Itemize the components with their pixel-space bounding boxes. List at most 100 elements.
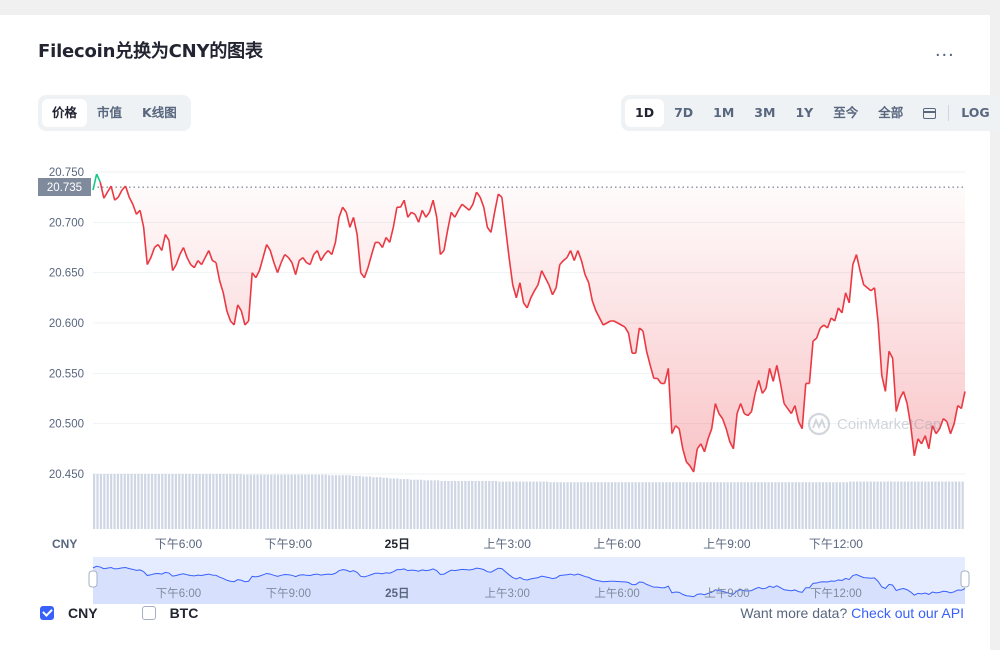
volume-bar: [924, 481, 927, 529]
volume-bar: [542, 481, 545, 529]
volume-bar: [961, 481, 964, 529]
volume-bar: [157, 474, 160, 529]
volume-bar: [161, 474, 164, 529]
volume-bar: [239, 474, 242, 529]
volume-bar: [699, 482, 702, 529]
volume-bar: [852, 481, 855, 529]
volume-bar: [818, 482, 821, 529]
x-tick-label: 上午3:00: [484, 537, 532, 551]
volume-bar: [484, 480, 487, 529]
btc-checkbox[interactable]: [141, 606, 156, 620]
volume-bar: [638, 482, 641, 529]
volume-bar: [481, 480, 484, 529]
volume-bar: [910, 481, 913, 529]
volume-bar: [137, 474, 140, 529]
legend-label-cny: CNY: [68, 605, 98, 621]
volume-bar: [365, 476, 368, 529]
y-tick-label: 20.550: [49, 368, 84, 380]
volume-bar: [420, 479, 423, 529]
volume-bar: [198, 474, 201, 529]
volume-bar: [743, 482, 746, 529]
volume-bar: [893, 481, 896, 529]
volume-bar: [804, 482, 808, 529]
cny-checkbox[interactable]: [40, 606, 54, 620]
volume-bar: [454, 480, 457, 529]
volume-bar: [658, 482, 661, 529]
api-link[interactable]: Check out our API: [851, 605, 964, 621]
volume-bar: [266, 474, 269, 529]
volume-bar: [290, 474, 293, 529]
volume-bar: [563, 482, 566, 529]
volume-bar: [460, 480, 464, 529]
y-tick-label: 20.700: [49, 217, 84, 229]
volume-bar: [607, 482, 610, 529]
volume-bar: [358, 475, 361, 529]
volume-bar: [927, 481, 930, 529]
volume-bar: [913, 481, 917, 529]
price-chart[interactable]: 20.750 20.700 20.650 20.600 20.550 20.500 20.4…: [0, 0, 1000, 650]
volume-bar: [450, 480, 453, 529]
volume-bar: [184, 474, 188, 529]
volume-bar: [140, 474, 143, 529]
volume-bar: [678, 482, 682, 529]
volume-bar: [798, 482, 801, 529]
volume-bar: [750, 482, 753, 529]
volume-bar: [474, 480, 477, 529]
volume-bar: [103, 474, 106, 529]
volume-bar: [328, 475, 331, 529]
volume-bar: [535, 481, 539, 529]
volume-bar: [733, 482, 736, 529]
volume-bar: [382, 477, 385, 529]
volume-bar: [164, 474, 167, 529]
x-tick-label: 下午6:00: [155, 537, 203, 551]
volume-bar: [505, 481, 508, 529]
watermark-text: CoinMarketCap: [837, 416, 941, 433]
volume-bar: [280, 474, 283, 529]
volume-bar: [566, 482, 569, 529]
volume-bar: [886, 481, 889, 529]
navigator-handle-right[interactable]: [960, 570, 970, 588]
volume-bar: [729, 482, 733, 529]
volume-bar: [338, 475, 341, 529]
volume-bar: [287, 474, 290, 529]
volume-bar: [283, 474, 286, 529]
volume-bar: [232, 474, 235, 529]
volume-bar: [106, 474, 109, 529]
volume-bar: [440, 480, 443, 529]
volume-bar: [610, 482, 613, 529]
volume-bar: [825, 482, 828, 529]
volume-bar: [794, 482, 797, 529]
volume-bar: [253, 474, 256, 529]
x-axis: 下午6:00 下午9:00 25日 上午3:00 上午6:00 上午9:00 下午12:00: [155, 537, 864, 551]
volume-bar: [457, 480, 460, 529]
volume-bar: [515, 481, 518, 529]
volume-bar: [249, 474, 252, 529]
volume-bar: [723, 482, 726, 529]
volume-bar: [317, 474, 321, 529]
volume-bar: [236, 474, 239, 529]
volume-bar: [917, 481, 920, 529]
navigator[interactable]: 下午6:00 下午9:00 25日 上午3:00 上午6:00 上午9:00 下午12:00: [88, 557, 970, 604]
volume-bar: [518, 481, 521, 529]
navigator-handle-left[interactable]: [88, 570, 98, 588]
volume-bar: [883, 481, 886, 529]
volume-bar: [757, 482, 760, 529]
volume-bar: [167, 474, 171, 529]
volume-bar: [685, 482, 688, 529]
series-legend: CNY BTC: [40, 605, 198, 621]
volume-bar: [351, 475, 355, 529]
volume-bar: [202, 474, 205, 529]
volume-bar: [784, 482, 787, 529]
volume-bar: [873, 481, 876, 529]
volume-bar: [348, 475, 351, 529]
watermark: CoinMarketCap: [807, 412, 941, 436]
price-line-up: [92, 173, 101, 191]
volume-bar: [259, 474, 263, 529]
volume-bar: [314, 474, 317, 529]
volume-bar: [648, 482, 651, 529]
volume-bar: [389, 478, 392, 529]
volume-bar: [116, 474, 120, 529]
volume-bar: [675, 482, 678, 529]
navigator-tick-label: 下午12:00: [810, 587, 862, 600]
volume-bar: [791, 482, 794, 529]
